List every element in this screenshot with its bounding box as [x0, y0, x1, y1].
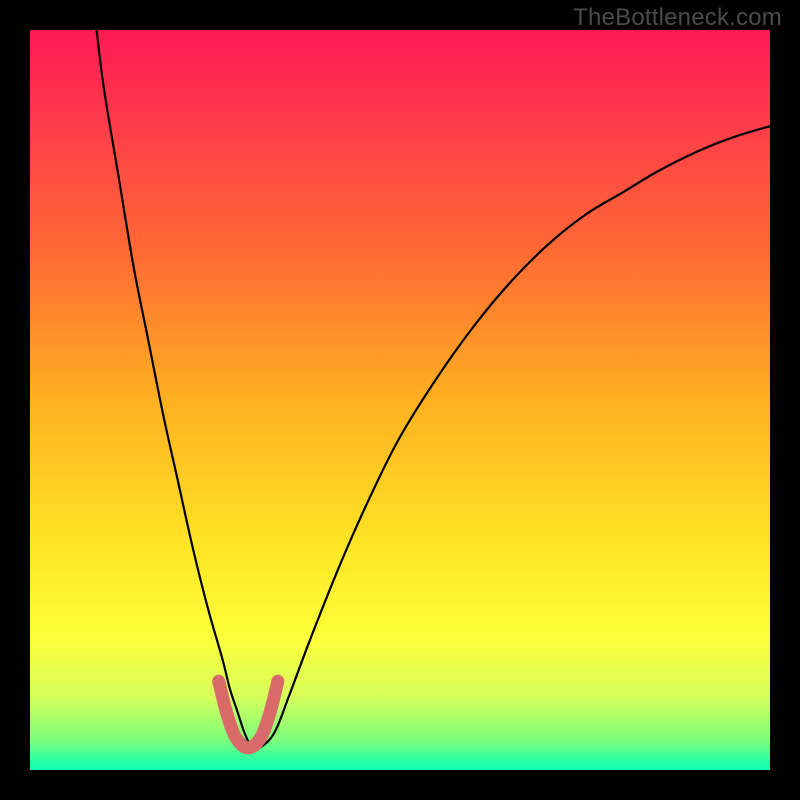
plot-svg [30, 30, 770, 770]
gradient-background [30, 30, 770, 770]
plot-area [30, 30, 770, 770]
chart-frame: TheBottleneck.com [0, 0, 800, 800]
watermark-text: TheBottleneck.com [573, 4, 782, 32]
